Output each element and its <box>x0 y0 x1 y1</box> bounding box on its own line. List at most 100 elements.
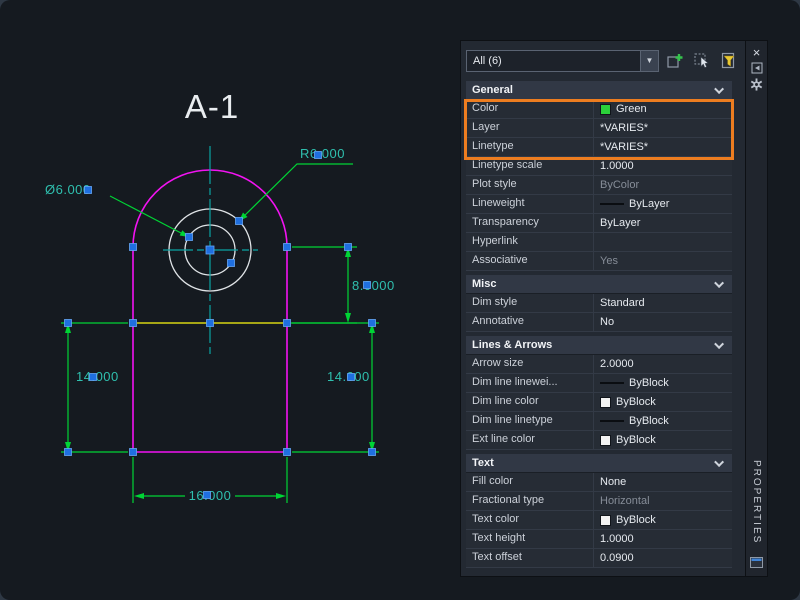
color-swatch <box>600 103 611 115</box>
chevron-icon[interactable] <box>714 277 725 288</box>
property-row-linetype-scale[interactable]: Linetype scale 1.0000 <box>466 157 732 176</box>
chevron-icon[interactable] <box>714 338 725 349</box>
settings-gear-icon[interactable] <box>749 76 765 92</box>
property-row-layer[interactable]: Layer *VARIES* <box>466 119 732 138</box>
property-value[interactable] <box>594 233 732 251</box>
grip[interactable] <box>64 448 72 456</box>
property-label: Text color <box>466 511 594 529</box>
property-value[interactable]: ByLayer <box>594 195 732 213</box>
grip[interactable] <box>314 151 322 159</box>
grip[interactable] <box>203 491 211 499</box>
grip[interactable] <box>129 243 137 251</box>
property-value[interactable]: *VARIES* <box>594 119 732 137</box>
pickadd-toggle-button[interactable] <box>664 50 686 72</box>
property-row-transparency[interactable]: Transparency ByLayer <box>466 214 732 233</box>
property-value[interactable]: ByBlock <box>594 511 732 529</box>
property-value: Horizontal <box>594 492 732 510</box>
property-value[interactable]: None <box>594 473 732 491</box>
property-value-text: ByBlock <box>629 377 669 389</box>
palette-window-icon[interactable] <box>749 554 765 570</box>
section-text: Text Fill color None Fractional type Hor… <box>466 454 732 568</box>
grip[interactable] <box>205 245 215 255</box>
grip[interactable] <box>363 281 371 289</box>
section-header-general[interactable]: General <box>466 81 732 100</box>
grip[interactable] <box>185 233 193 241</box>
property-row-color[interactable]: Color Green <box>466 100 732 119</box>
property-row-dim-line-color[interactable]: Dim line color ByBlock <box>466 393 732 412</box>
chevron-icon[interactable] <box>714 456 725 467</box>
grip[interactable] <box>368 448 376 456</box>
property-row-text-color[interactable]: Text color ByBlock <box>466 511 732 530</box>
close-icon[interactable]: × <box>749 44 765 60</box>
section-title: Misc <box>472 278 497 290</box>
grip[interactable] <box>368 319 376 327</box>
section-header-text[interactable]: Text <box>466 454 732 473</box>
property-row-plot-style[interactable]: Plot style ByColor <box>466 176 732 195</box>
chevron-icon[interactable] <box>714 83 725 94</box>
property-row-ext-line-color[interactable]: Ext line color ByBlock <box>466 431 732 450</box>
property-row-lineweight[interactable]: Lineweight ByLayer <box>466 195 732 214</box>
dimension-text-diameter[interactable]: Ø6.000 <box>45 182 91 197</box>
section-header-lines-arrows[interactable]: Lines & Arrows <box>466 336 732 355</box>
property-row-fractional-type[interactable]: Fractional type Horizontal <box>466 492 732 511</box>
property-value[interactable]: ByBlock <box>594 393 732 411</box>
property-value[interactable]: ByBlock <box>594 374 732 392</box>
property-value[interactable]: *VARIES* <box>594 138 732 156</box>
palette-toolbar: All (6) ▼ <box>466 49 740 72</box>
property-row-arrow-size[interactable]: Arrow size 2.0000 <box>466 355 732 374</box>
grip[interactable] <box>64 319 72 327</box>
dimension-14-right[interactable] <box>292 322 379 453</box>
dimension-8[interactable] <box>291 246 357 324</box>
property-row-associative[interactable]: Associative Yes <box>466 252 732 271</box>
property-value[interactable]: 2.0000 <box>594 355 732 373</box>
grip[interactable] <box>89 373 97 381</box>
property-value[interactable]: Green <box>594 100 732 118</box>
dimension-text-14-left[interactable]: 14.000 <box>76 369 119 384</box>
property-value[interactable]: Standard <box>594 294 732 312</box>
property-value[interactable]: ByLayer <box>594 214 732 232</box>
drawing-title[interactable]: A-1 <box>185 88 239 125</box>
property-value-text: 2.0000 <box>600 358 634 370</box>
radius-leader[interactable] <box>238 163 353 222</box>
property-row-dim-line-lineweight[interactable]: Dim line linewei... ByBlock <box>466 374 732 393</box>
autocad-window: A-1 8.0000 14.000 R6.000 Ø6.000 All (6) … <box>0 0 800 600</box>
property-row-text-height[interactable]: Text height 1.0000 <box>466 530 732 549</box>
property-value[interactable]: 1.0000 <box>594 157 732 175</box>
property-value[interactable]: 0.0900 <box>594 549 732 567</box>
property-value[interactable]: ByBlock <box>594 431 732 449</box>
grip[interactable] <box>129 448 137 456</box>
select-objects-button[interactable] <box>691 50 713 72</box>
dimension-text-radius[interactable]: R6.000 <box>300 146 345 161</box>
dimension-14-left[interactable] <box>61 322 128 453</box>
property-row-dim-style[interactable]: Dim style Standard <box>466 294 732 313</box>
property-row-dim-line-linetype[interactable]: Dim line linetype ByBlock <box>466 412 732 431</box>
chevron-down-icon[interactable]: ▼ <box>640 50 658 71</box>
grip[interactable] <box>129 319 137 327</box>
property-row-fill-color[interactable]: Fill color None <box>466 473 732 492</box>
property-row-text-offset[interactable]: Text offset 0.0900 <box>466 549 732 568</box>
property-row-hyperlink[interactable]: Hyperlink <box>466 233 732 252</box>
auto-hide-icon[interactable] <box>749 60 765 76</box>
grip[interactable] <box>84 186 92 194</box>
property-row-linetype[interactable]: Linetype *VARIES* <box>466 138 732 157</box>
selection-dropdown[interactable]: All (6) ▼ <box>466 49 659 72</box>
grip[interactable] <box>206 319 214 327</box>
property-row-annotative[interactable]: Annotative No <box>466 313 732 332</box>
grip[interactable] <box>347 373 355 381</box>
drawing-canvas[interactable]: A-1 8.0000 14.000 R6.000 Ø6.000 <box>0 0 460 600</box>
grip[interactable] <box>235 217 243 225</box>
section-header-misc[interactable]: Misc <box>466 275 732 294</box>
property-label: Text offset <box>466 549 594 567</box>
quick-select-button[interactable] <box>718 50 740 72</box>
grip[interactable] <box>283 319 291 327</box>
grip[interactable] <box>283 243 291 251</box>
property-value[interactable]: ByBlock <box>594 412 732 430</box>
diameter-leader[interactable] <box>109 195 182 234</box>
property-value[interactable]: 1.0000 <box>594 530 732 548</box>
grip[interactable] <box>283 448 291 456</box>
grip[interactable] <box>344 243 352 251</box>
grip[interactable] <box>227 259 235 267</box>
property-value-text: 1.0000 <box>600 533 634 545</box>
property-value[interactable]: No <box>594 313 732 331</box>
dimension-text-8[interactable]: 8.0000 <box>352 278 395 293</box>
